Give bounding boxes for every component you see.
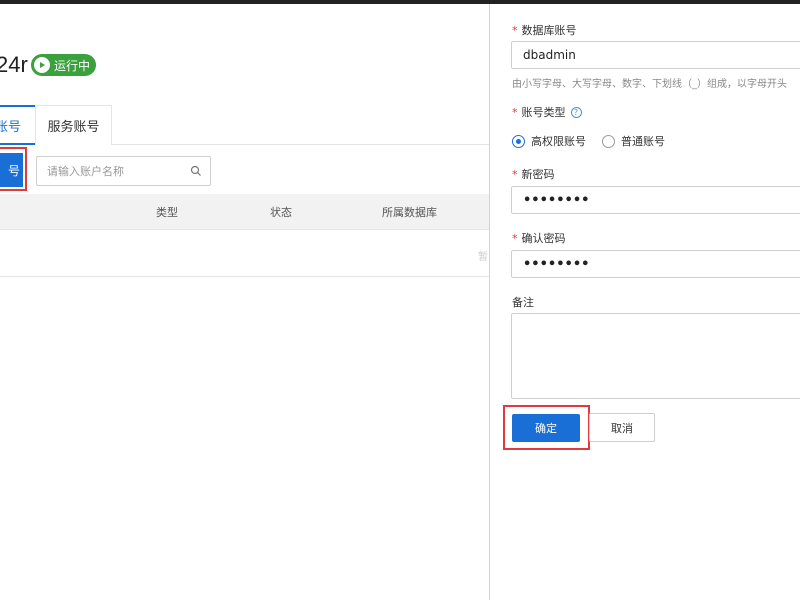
radio-high-privilege-label: 高权限账号 (531, 135, 586, 148)
create-account-button[interactable]: 号 (0, 153, 23, 187)
create-account-drawer: * 数据库账号 dbadmin 由小写字母、大写字母、数字、下划线（_）组成，以字… (489, 4, 800, 600)
radio-high-privilege[interactable]: 高权限账号 (512, 133, 586, 149)
account-name-label: * 数据库账号 (512, 24, 577, 37)
search-box (36, 156, 211, 186)
account-name-help: 由小写字母、大写字母、数字、下划线（_）组成，以字母开头 (512, 79, 787, 90)
search-icon[interactable] (190, 165, 202, 177)
column-header-status: 状态 (270, 206, 292, 219)
instance-title: 24r (0, 52, 28, 77)
new-password-label: * 新密码 (512, 168, 555, 181)
radio-unchecked-icon (602, 134, 615, 148)
table-row: 暂 (0, 230, 490, 277)
new-password-value: •••••••• (523, 192, 590, 208)
ok-button[interactable]: 确定 (512, 414, 580, 442)
confirm-password-input[interactable]: •••••••• (511, 250, 800, 278)
create-account-label: 号 (7, 163, 20, 178)
table-header: 类型 状态 所属数据库 (0, 194, 490, 230)
account-name-input[interactable]: dbadmin (511, 41, 800, 69)
search-input[interactable] (37, 157, 177, 185)
column-header-database: 所属数据库 (382, 206, 437, 219)
radio-normal[interactable]: 普通账号 (602, 133, 665, 149)
tab-bar: 账号 服务账号 (0, 105, 490, 145)
account-type-label: * 账号类型? (512, 104, 582, 120)
account-type-radios: 高权限账号 普通账号 (512, 133, 665, 149)
info-icon[interactable]: ? (570, 107, 582, 118)
column-header-type: 类型 (156, 206, 178, 219)
account-list-panel: 24r 运行中 账号 服务账号 号 类型 状态 所属数据库 暂 (0, 4, 490, 600)
radio-checked-icon (512, 134, 525, 148)
status-badge: 运行中 (31, 54, 97, 76)
remark-label: 备注 (512, 296, 534, 309)
account-name-value: dbadmin (523, 48, 576, 62)
play-icon (34, 57, 50, 73)
confirm-password-value: •••••••• (523, 256, 590, 272)
tab-db-account[interactable]: 账号 (0, 105, 36, 145)
tab-db-account-label: 账号 (0, 119, 21, 135)
radio-normal-label: 普通账号 (621, 135, 665, 148)
cancel-button[interactable]: 取消 (589, 413, 655, 442)
new-password-input[interactable]: •••••••• (511, 186, 800, 214)
ok-button-label: 确定 (535, 422, 557, 435)
tab-service-account-label: 服务账号 (47, 120, 100, 135)
confirm-password-label: * 确认密码 (512, 232, 566, 245)
remark-textarea[interactable] (511, 313, 800, 399)
cancel-button-label: 取消 (611, 421, 633, 435)
status-text: 运行中 (54, 58, 91, 73)
empty-hint: 暂 (478, 252, 488, 263)
tab-service-account[interactable]: 服务账号 (35, 105, 112, 145)
